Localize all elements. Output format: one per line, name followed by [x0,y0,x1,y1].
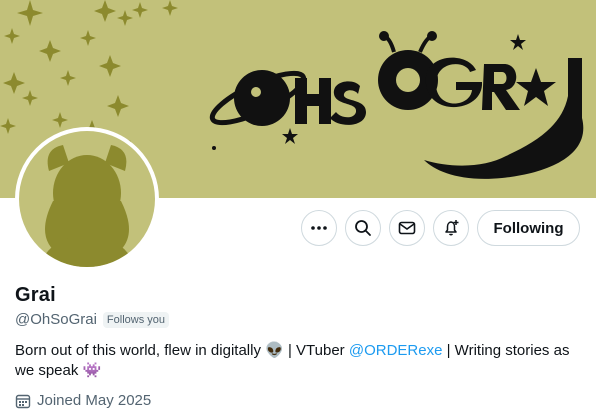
joined-row: Joined May 2025 [15,392,151,409]
bio-text-1: Born out of this world, flew in digitall… [15,342,266,359]
more-icon [311,226,327,230]
message-button[interactable] [389,210,425,246]
ohsograi-logo [209,31,584,179]
mention-link[interactable]: @ORDERexe [349,342,443,359]
space-invader-emoji: 👾 [82,362,102,379]
envelope-icon [398,221,416,235]
notify-button[interactable] [433,210,469,246]
search-icon [355,220,371,236]
following-button[interactable]: Following [477,210,580,246]
bio-text-2: | VTuber [283,342,349,359]
avatar-silhouette [39,145,135,267]
search-button[interactable] [345,210,381,246]
alien-emoji: 👽 [265,342,284,359]
avatar[interactable] [15,127,159,271]
bell-plus-icon [445,220,459,236]
follows-you-badge: Follows you [102,311,169,328]
calendar-icon [15,394,31,408]
more-button[interactable] [301,210,337,246]
display-name: Grai [15,284,56,306]
profile-actions: Following [0,210,596,246]
joined-date: Joined May 2025 [37,392,152,409]
handle: @OhSoGrai [15,311,97,328]
bio: Born out of this world, flew in digitall… [15,341,585,381]
handle-row: @OhSoGrai Follows you [15,311,169,328]
